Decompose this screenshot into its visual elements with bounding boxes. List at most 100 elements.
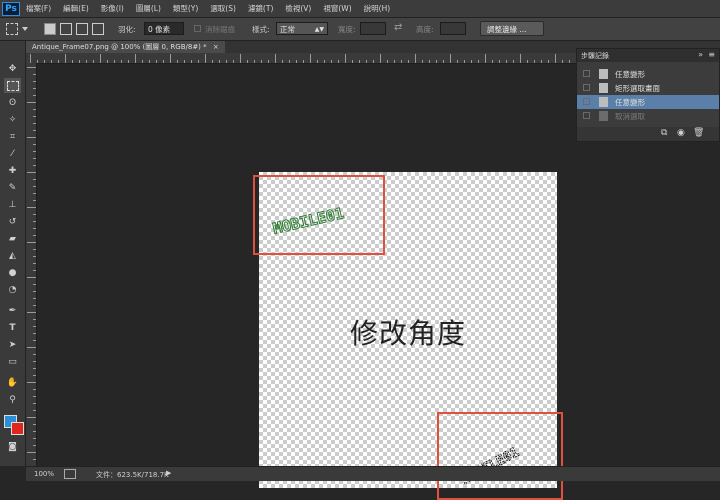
ruler-tick <box>33 340 36 341</box>
ruler-tick <box>331 60 332 63</box>
ruler-tick <box>27 347 36 348</box>
history-snapshot-checkbox[interactable] <box>583 112 590 119</box>
ruler-tick <box>296 60 297 63</box>
status-menu-icon[interactable]: ▶ <box>166 469 171 477</box>
document-canvas[interactable]: MOBILE01 修改角度 MOBILE01 <box>253 172 563 500</box>
type-icon[interactable]: T <box>4 320 21 335</box>
close-tab-icon[interactable]: × <box>213 43 219 51</box>
menu-select[interactable]: 選取(S) <box>204 3 242 14</box>
chevron-down-icon[interactable] <box>22 27 28 31</box>
menu-type[interactable]: 類型(Y) <box>167 3 204 14</box>
ruler-tick <box>100 54 101 63</box>
history-brush-icon[interactable]: ↺ <box>4 214 21 229</box>
hand-icon[interactable]: ✋ <box>4 375 21 390</box>
status-export-icon[interactable] <box>64 469 76 479</box>
panel-menu-icon[interactable]: ≡ <box>708 50 715 59</box>
ruler-tick <box>33 165 36 166</box>
ruler-tick <box>33 144 36 145</box>
ruler-tick <box>33 438 36 439</box>
menu-view[interactable]: 檢視(V) <box>279 3 317 14</box>
trash-icon[interactable]: 🗑 <box>693 128 704 138</box>
history-item-selected[interactable]: 任意變形 <box>577 95 719 109</box>
magic-wand-icon[interactable]: ✧ <box>4 112 21 127</box>
history-item[interactable]: 任意變形 <box>577 67 719 81</box>
ruler-tick <box>33 200 36 201</box>
quick-mask-icon[interactable]: ◙ <box>4 439 21 454</box>
ruler-tick <box>33 361 36 362</box>
zoom-icon[interactable]: ⚲ <box>4 392 21 407</box>
ruler-tick <box>33 186 36 187</box>
history-snapshot-checkbox[interactable] <box>583 98 590 105</box>
document-tab[interactable]: Antique_Frame07.png @ 100% (圖層 0, RGB/8#… <box>26 41 225 53</box>
ruler-tick <box>33 130 36 131</box>
ruler-tick <box>107 60 108 63</box>
brush-icon[interactable]: ✎ <box>4 180 21 195</box>
history-snapshot-checkbox[interactable] <box>583 70 590 77</box>
menu-edit[interactable]: 編輯(E) <box>57 3 95 14</box>
ruler-tick <box>289 60 290 63</box>
eraser-icon[interactable]: ▰ <box>4 231 21 246</box>
history-step-icon <box>599 111 608 121</box>
menu-layer[interactable]: 圖層(L) <box>130 3 167 14</box>
ruler-tick <box>33 284 36 285</box>
ruler-tick <box>33 95 36 96</box>
ruler-tick <box>33 270 36 271</box>
width-input[interactable] <box>360 22 386 35</box>
caption-text: 修改角度 <box>349 317 466 350</box>
ruler-tick <box>33 116 36 117</box>
ruler-tick <box>177 60 178 63</box>
pen-icon[interactable]: ✒ <box>4 303 21 318</box>
refine-edge-button[interactable]: 調整邊緣 ... <box>480 21 544 36</box>
select-arrows-icon: ▲▼ <box>314 26 324 33</box>
menu-image[interactable]: 影像(I) <box>95 3 130 14</box>
eyedropper-icon[interactable]: ⁄ <box>4 146 21 161</box>
new-document-from-state-icon[interactable]: ⧉ <box>661 128 667 138</box>
move-icon[interactable]: ✥ <box>4 61 21 76</box>
crop-icon[interactable]: ⌗ <box>4 129 21 144</box>
style-value: 正常 <box>280 25 295 34</box>
camera-icon[interactable]: ◉ <box>677 128 685 138</box>
blur-icon[interactable]: ● <box>4 265 21 280</box>
style-select[interactable]: 正常 ▲▼ <box>276 22 328 35</box>
marquee-icon[interactable] <box>4 78 21 93</box>
rectangle-shape-icon[interactable]: ▭ <box>4 354 21 369</box>
history-item[interactable]: 矩形選取畫面 <box>577 81 719 95</box>
ruler-tick <box>33 256 36 257</box>
healing-brush-icon[interactable]: ✚ <box>4 163 21 178</box>
menu-filter[interactable]: 濾鏡(T) <box>242 3 279 14</box>
ruler-tick <box>33 445 36 446</box>
antialias-checkbox[interactable] <box>194 25 201 32</box>
zoom-level[interactable]: 100% <box>34 470 54 478</box>
ruler-tick <box>33 375 36 376</box>
ruler-tick <box>33 221 36 222</box>
menu-file[interactable]: 檔案(F) <box>20 3 57 14</box>
ruler-tick <box>27 207 36 208</box>
ruler-tick <box>37 60 38 63</box>
background-color-swatch[interactable] <box>11 422 24 435</box>
ruler-tick <box>33 326 36 327</box>
ruler-tick <box>27 452 36 453</box>
clone-stamp-icon[interactable]: ⊥ <box>4 197 21 212</box>
history-item-label: 矩形選取畫面 <box>615 84 660 93</box>
history-panel-header[interactable]: 步驟記錄 » ≡ <box>577 49 719 62</box>
add-selection-icon[interactable] <box>60 23 72 35</box>
subtract-selection-icon[interactable] <box>76 23 88 35</box>
path-selection-icon[interactable]: ➤ <box>4 337 21 352</box>
lasso-icon[interactable]: ʘ <box>4 95 21 110</box>
swap-icon[interactable]: ⇄ <box>394 22 402 33</box>
new-selection-icon[interactable] <box>44 23 56 35</box>
ruler-tick <box>541 60 542 63</box>
paint-bucket-icon[interactable]: ◭ <box>4 248 21 263</box>
marquee-preset-icon[interactable] <box>6 23 18 35</box>
dodge-icon[interactable]: ◔ <box>4 282 21 297</box>
history-snapshot-checkbox[interactable] <box>583 84 590 91</box>
panel-collapse-icon[interactable]: » <box>698 50 703 59</box>
height-input[interactable] <box>440 22 466 35</box>
menu-window[interactable]: 視窗(W) <box>317 3 357 14</box>
ruler-tick <box>170 54 171 63</box>
intersect-selection-icon[interactable] <box>92 23 104 35</box>
history-item-dimmed[interactable]: 取消選取 <box>577 109 719 123</box>
menu-help[interactable]: 說明(H) <box>358 3 397 14</box>
feather-input[interactable]: 0 像素 <box>144 22 184 35</box>
ruler-tick <box>366 60 367 63</box>
